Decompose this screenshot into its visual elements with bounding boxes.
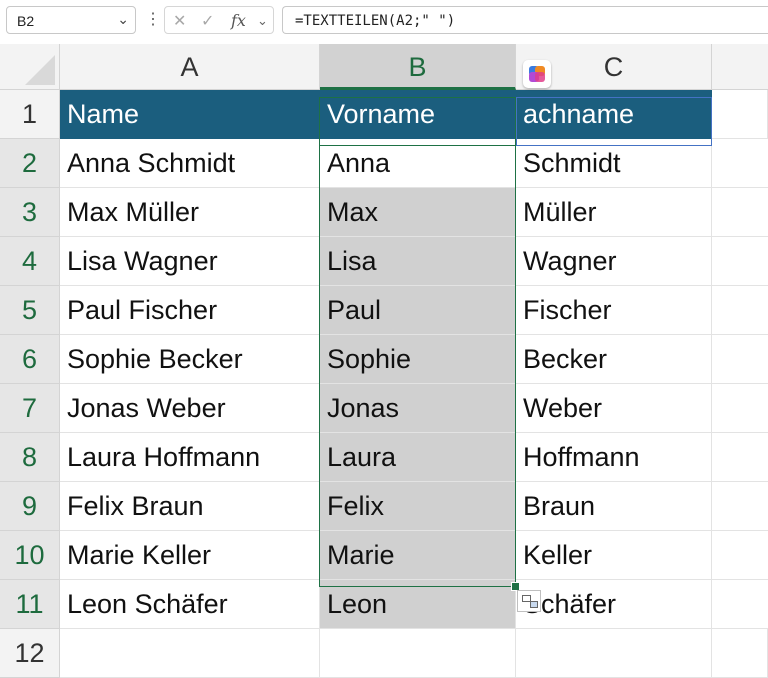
- row-header-8[interactable]: 8: [0, 433, 60, 482]
- column-header-b[interactable]: B: [320, 44, 516, 90]
- cell-c4[interactable]: Wagner: [516, 237, 712, 286]
- cell-c10[interactable]: Keller: [516, 531, 712, 580]
- cell-b3[interactable]: Max: [320, 188, 516, 237]
- cell-d2[interactable]: [712, 139, 768, 188]
- cell-d8[interactable]: [712, 433, 768, 482]
- cell-a3[interactable]: Max Müller: [60, 188, 320, 237]
- cell-b11[interactable]: Leon: [320, 580, 516, 629]
- column-header-a[interactable]: A: [60, 44, 320, 90]
- cell-c7[interactable]: Weber: [516, 384, 712, 433]
- cell-a10[interactable]: Marie Keller: [60, 531, 320, 580]
- cell-b9[interactable]: Felix: [320, 482, 516, 531]
- row-header-7[interactable]: 7: [0, 384, 60, 433]
- row-header-5[interactable]: 5: [0, 286, 60, 335]
- row-header-4[interactable]: 4: [0, 237, 60, 286]
- cell-c6[interactable]: Becker: [516, 335, 712, 384]
- cell-d7[interactable]: [712, 384, 768, 433]
- cell-b7[interactable]: Jonas: [320, 384, 516, 433]
- cell-d12[interactable]: [712, 629, 768, 678]
- cell-a4[interactable]: Lisa Wagner: [60, 237, 320, 286]
- cell-c3[interactable]: Müller: [516, 188, 712, 237]
- cell-d4[interactable]: [712, 237, 768, 286]
- cell-d9[interactable]: [712, 482, 768, 531]
- cell-a6[interactable]: Sophie Becker: [60, 335, 320, 384]
- cell-d5[interactable]: [712, 286, 768, 335]
- cell-c9[interactable]: Braun: [516, 482, 712, 531]
- name-box-value: B2: [17, 13, 35, 29]
- row-header-11[interactable]: 11: [0, 580, 60, 629]
- select-all-triangle-icon: [25, 55, 55, 85]
- cell-a9[interactable]: Felix Braun: [60, 482, 320, 531]
- cell-c5[interactable]: Fischer: [516, 286, 712, 335]
- chevron-down-icon[interactable]: ⌄: [117, 11, 129, 28]
- cell-d1[interactable]: [712, 90, 768, 139]
- copilot-icon[interactable]: [523, 60, 551, 88]
- row-header-6[interactable]: 6: [0, 335, 60, 384]
- quick-analysis-icon[interactable]: [517, 590, 541, 612]
- cell-b10[interactable]: Marie: [320, 531, 516, 580]
- cell-d6[interactable]: [712, 335, 768, 384]
- cell-b5[interactable]: Paul: [320, 286, 516, 335]
- row-header-2[interactable]: 2: [0, 139, 60, 188]
- cell-c12[interactable]: [516, 629, 712, 678]
- cancel-x-icon[interactable]: ✕: [173, 11, 186, 31]
- row-header-12[interactable]: 12: [0, 629, 60, 678]
- chevron-down-icon[interactable]: ⌄: [257, 13, 268, 29]
- cell-a11[interactable]: Leon Schäfer: [60, 580, 320, 629]
- cell-c8[interactable]: Hoffmann: [516, 433, 712, 482]
- formula-controls: ✕ ✓ fx ⌄: [164, 6, 274, 34]
- column-header-d[interactable]: [712, 44, 768, 90]
- cell-d3[interactable]: [712, 188, 768, 237]
- cell-a12[interactable]: [60, 629, 320, 678]
- cell-a1[interactable]: Name: [60, 90, 320, 139]
- cell-a7[interactable]: Jonas Weber: [60, 384, 320, 433]
- cell-a5[interactable]: Paul Fischer: [60, 286, 320, 335]
- row-header-1[interactable]: 1: [0, 90, 60, 139]
- cell-b12[interactable]: [320, 629, 516, 678]
- cell-c11[interactable]: Schäfer: [516, 580, 712, 629]
- row-header-9[interactable]: 9: [0, 482, 60, 531]
- cell-a2[interactable]: Anna Schmidt: [60, 139, 320, 188]
- cell-d11[interactable]: [712, 580, 768, 629]
- more-options-icon[interactable]: ⋮: [145, 9, 161, 29]
- spreadsheet-grid: A B C 1 2 3 4 5 6 7 8 9 10 11 12 Anna Schmidt Anna Sc…: [0, 44, 768, 678]
- cell-c2[interactable]: Schmidt: [516, 139, 712, 188]
- cell-b8[interactable]: Laura: [320, 433, 516, 482]
- formula-bar: B2 ⌄ ⋮ ✕ ✓ fx ⌄ =TEXTTEILEN(A2;" "): [0, 0, 768, 40]
- confirm-check-icon[interactable]: ✓: [201, 11, 214, 31]
- name-box[interactable]: B2 ⌄: [6, 6, 136, 34]
- row-header-10[interactable]: 10: [0, 531, 60, 580]
- cell-b4[interactable]: Lisa: [320, 237, 516, 286]
- cell-d10[interactable]: [712, 531, 768, 580]
- cell-c1[interactable]: achname: [516, 90, 712, 139]
- cell-b1[interactable]: Vorname: [320, 90, 516, 139]
- formula-text: =TEXTTEILEN(A2;" "): [295, 13, 456, 29]
- cell-b2[interactable]: Anna: [320, 139, 516, 188]
- row-header-3[interactable]: 3: [0, 188, 60, 237]
- select-all-corner[interactable]: [0, 44, 60, 90]
- insert-function-fx-icon[interactable]: fx: [231, 11, 246, 30]
- cell-b6[interactable]: Sophie: [320, 335, 516, 384]
- formula-input[interactable]: =TEXTTEILEN(A2;" "): [282, 6, 768, 34]
- cell-a8[interactable]: Laura Hoffmann: [60, 433, 320, 482]
